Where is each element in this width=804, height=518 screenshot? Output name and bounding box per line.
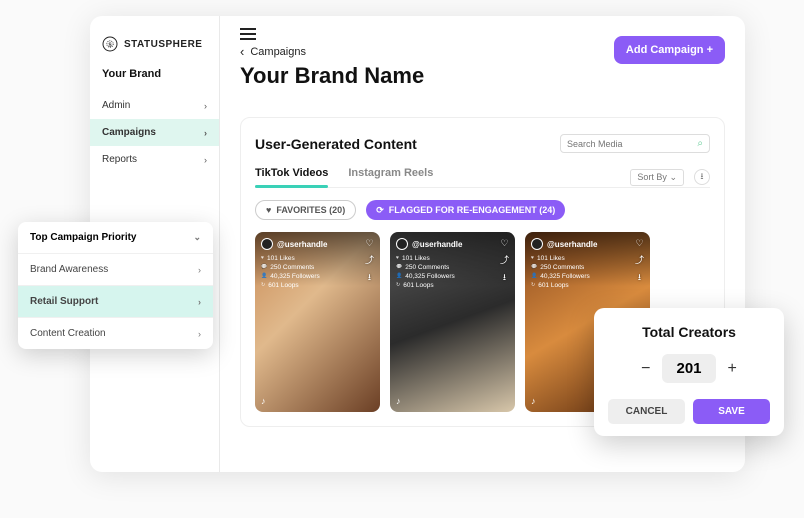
nav-list: Admin › Campaigns › Reports › — [90, 92, 219, 173]
tab-instagram-reels[interactable]: Instagram Reels — [348, 167, 433, 187]
chevron-down-icon: ⌄ — [193, 232, 201, 243]
sidebar-item-campaigns[interactable]: Campaigns › — [90, 119, 219, 146]
dropdown-toggle[interactable]: Top Campaign Priority ⌄ — [18, 222, 213, 253]
sidebar-item-admin[interactable]: Admin › — [90, 92, 219, 119]
video-stats: 101 Likes 250 Comments 40,325 Followers … — [531, 254, 597, 290]
back-icon[interactable]: ‹ — [240, 44, 244, 59]
video-card[interactable]: @userhandle 101 Likes 250 Comments 40,32… — [390, 232, 515, 412]
svg-text:S: S — [108, 42, 112, 48]
tab-tiktok-videos[interactable]: TikTok Videos — [255, 167, 328, 187]
sidebar-item-label: Campaigns — [102, 127, 156, 138]
brand-label: Your Brand — [90, 68, 219, 92]
chevron-right-icon: › — [198, 329, 201, 339]
tabs: TikTok Videos Instagram Reels — [255, 167, 433, 187]
total-creators-modal: Total Creators − 201 + CANCEL SAVE — [594, 308, 784, 436]
tiktok-icon: ♪ — [531, 396, 536, 406]
search-input-wrap[interactable]: ⌕ — [560, 134, 710, 153]
avatar — [531, 238, 543, 250]
dropdown-item-content-creation[interactable]: Content Creation › — [18, 317, 213, 349]
chevron-down-icon: ⌄ — [669, 172, 677, 182]
tiktok-icon: ♪ — [396, 396, 401, 406]
tiktok-icon: ♪ — [261, 396, 266, 406]
dropdown-item-brand-awareness[interactable]: Brand Awareness › — [18, 253, 213, 285]
share-icon[interactable]: ⤴ — [365, 253, 374, 266]
avatar — [396, 238, 408, 250]
chevron-right-icon: › — [204, 155, 207, 165]
user-handle: @userhandle — [412, 240, 462, 249]
save-button[interactable]: SAVE — [693, 399, 770, 424]
user-handle: @userhandle — [277, 240, 327, 249]
chip-favorites[interactable]: ♥ FAVORITES (20) — [255, 200, 356, 220]
breadcrumb-label[interactable]: Campaigns — [250, 46, 306, 58]
download-icon[interactable]: ⭳ — [368, 270, 371, 286]
refresh-icon: ⟳ — [376, 205, 384, 216]
video-stats: 101 Likes 250 Comments 40,325 Followers … — [261, 254, 327, 290]
chevron-right-icon: › — [204, 128, 207, 138]
avatar — [261, 238, 273, 250]
heart-icon: ♥ — [266, 205, 271, 215]
chip-label: FAVORITES (20) — [276, 205, 345, 215]
sidebar-item-label: Reports — [102, 154, 137, 165]
heart-icon[interactable]: ♡ — [365, 238, 373, 249]
share-icon[interactable]: ⤴ — [500, 253, 509, 266]
download-icon[interactable]: ⭳ — [503, 270, 506, 286]
logo-icon: S — [102, 36, 118, 52]
chip-label: FLAGGED FOR RE-ENGAGEMENT (24) — [389, 205, 556, 215]
panel-title: User-Generated Content — [255, 136, 417, 152]
sidebar-item-label: Admin — [102, 100, 130, 111]
download-icon[interactable]: ⭳ — [694, 169, 710, 185]
user-handle: @userhandle — [547, 240, 597, 249]
logo-text: STATUSPHERE — [124, 39, 202, 50]
chevron-right-icon: › — [204, 101, 207, 111]
page-title: Your Brand Name — [240, 63, 725, 89]
dropdown-item-retail-support[interactable]: Retail Support › — [18, 285, 213, 317]
heart-icon[interactable]: ♡ — [635, 238, 643, 249]
heart-icon[interactable]: ♡ — [500, 238, 508, 249]
modal-title: Total Creators — [608, 324, 770, 340]
stepper-minus[interactable]: − — [641, 360, 650, 378]
dropdown-item-label: Content Creation — [30, 328, 106, 339]
add-campaign-button[interactable]: Add Campaign + — [614, 36, 725, 64]
search-input[interactable] — [567, 139, 697, 149]
video-stats: 101 Likes 250 Comments 40,325 Followers … — [396, 254, 462, 290]
stepper-plus[interactable]: + — [728, 360, 737, 378]
download-icon[interactable]: ⭳ — [638, 270, 641, 286]
sidebar-item-reports[interactable]: Reports › — [90, 146, 219, 173]
stepper-value: 201 — [662, 354, 715, 383]
chip-flagged[interactable]: ⟳ FLAGGED FOR RE-ENGAGEMENT (24) — [366, 200, 565, 220]
share-icon[interactable]: ⤴ — [635, 253, 644, 266]
sort-by-select[interactable]: Sort By ⌄ — [630, 169, 684, 186]
chevron-right-icon: › — [198, 265, 201, 275]
video-card[interactable]: @userhandle 101 Likes 250 Comments 40,32… — [255, 232, 380, 412]
dropdown-item-label: Brand Awareness — [30, 264, 108, 275]
dropdown-item-label: Retail Support — [30, 296, 98, 307]
chevron-right-icon: › — [198, 297, 201, 307]
dropdown-label: Top Campaign Priority — [30, 232, 137, 243]
search-icon[interactable]: ⌕ — [697, 138, 703, 149]
cancel-button[interactable]: CANCEL — [608, 399, 685, 424]
hamburger-icon[interactable] — [240, 28, 256, 40]
quantity-stepper: − 201 + — [608, 354, 770, 383]
priority-dropdown: Top Campaign Priority ⌄ Brand Awareness … — [18, 222, 213, 349]
logo: S STATUSPHERE — [90, 28, 219, 68]
